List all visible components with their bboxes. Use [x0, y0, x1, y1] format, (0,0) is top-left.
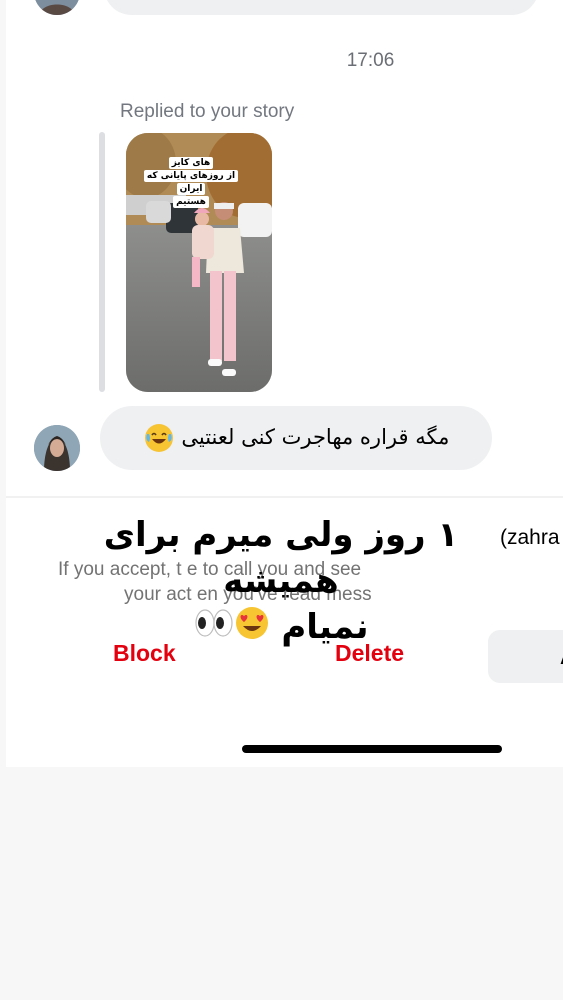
story-text-overlay: ۱ روز ولی میرم برای همیشه نمیام [66, 512, 496, 653]
previous-message-bubble[interactable] [104, 0, 539, 15]
story-thumbnail[interactable]: های کایز از روزهای پایانی که ایران هستیم [126, 133, 272, 392]
delete-button[interactable]: Delete [335, 640, 404, 667]
chat-screen: 17:06 Replied to your story های کایز از … [6, 0, 563, 767]
request-sender-name: (zahra [500, 526, 560, 549]
heart-eyes-emoji [234, 605, 270, 653]
avatar-photo [34, 0, 80, 15]
message-text: مگه قراره مهاجرت کنی لعنتیی [143, 424, 449, 452]
avatar-photo [34, 425, 80, 471]
home-indicator[interactable] [242, 745, 502, 753]
accept-button[interactable]: A [488, 630, 563, 683]
section-divider [6, 496, 563, 498]
story-reply-note: Replied to your story [120, 101, 295, 122]
avatar[interactable] [34, 0, 80, 15]
tears-of-joy-emoji [144, 424, 173, 452]
reply-indicator-bar [99, 132, 105, 392]
story-caption: های کایز از روزهای پایانی که ایران هستیم [136, 157, 246, 209]
block-button[interactable]: Block [113, 640, 176, 667]
incoming-message-bubble[interactable]: مگه قراره مهاجرت کنی لعنتیی [100, 406, 492, 470]
message-timestamp: 17:06 [346, 50, 395, 71]
sender-avatar[interactable] [34, 425, 80, 471]
eyes-emoji [194, 605, 234, 653]
